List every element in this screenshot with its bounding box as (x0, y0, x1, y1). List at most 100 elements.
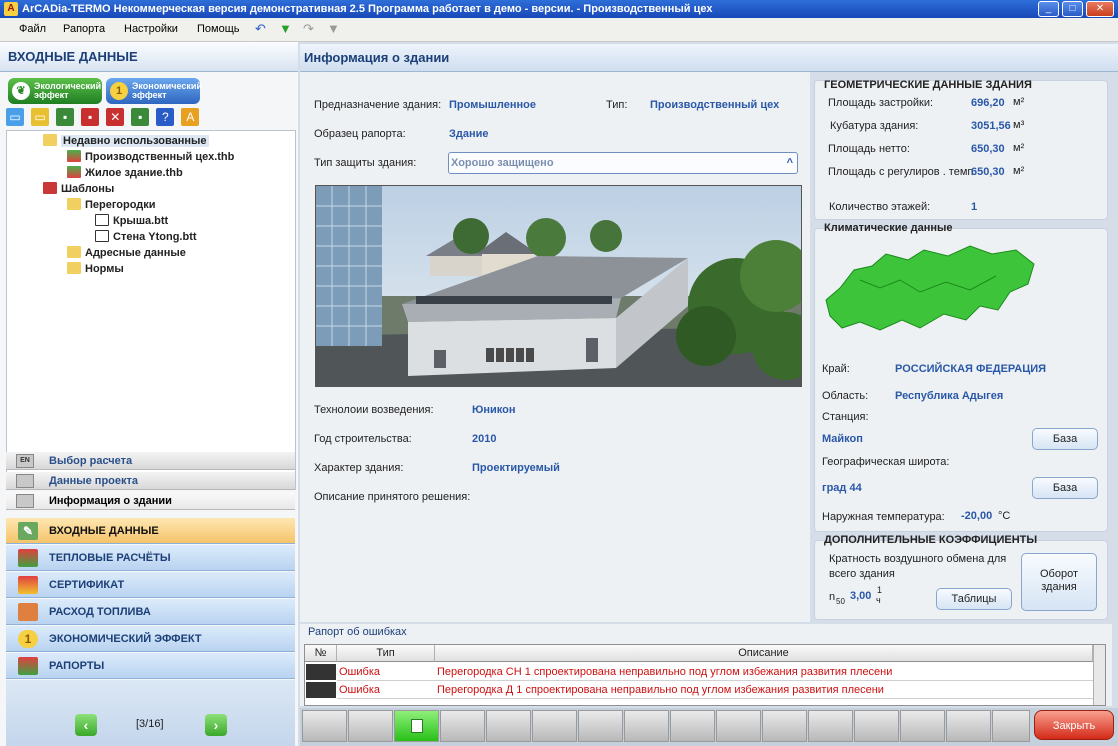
error-panel-title: Рапорт об ошибках (308, 626, 407, 638)
floors-value[interactable]: 1 (971, 201, 977, 213)
file-icon (67, 166, 81, 178)
document-button[interactable] (394, 710, 439, 742)
econ-effect-button[interactable]: 1 Экономический эффект (106, 78, 202, 104)
net-area-value[interactable]: 650,30 (971, 143, 1005, 155)
open-folder-icon[interactable]: ▭ (31, 108, 50, 126)
help-icon[interactable]: ? (156, 108, 175, 126)
toolbar-slot[interactable] (486, 710, 531, 742)
station-base-button[interactable]: База (1032, 428, 1098, 450)
undo-icon[interactable]: ↶ (255, 22, 266, 36)
tree-node-templates[interactable]: Шаблоны (43, 181, 114, 197)
tree-node-file[interactable]: Крыша.btt (95, 213, 168, 229)
col-number[interactable]: № (305, 645, 337, 662)
thermal-icon (18, 549, 38, 567)
toolbar-slot[interactable] (440, 710, 485, 742)
toolbar-slot[interactable] (624, 710, 669, 742)
latitude-base-button[interactable]: База (1032, 477, 1098, 499)
n50-value[interactable]: 3,00 (850, 590, 871, 602)
year-label: Год строительства: (314, 433, 412, 445)
tree-node-address[interactable]: Адресные данные (67, 245, 186, 261)
toolbar-slot[interactable] (532, 710, 577, 742)
menu-help[interactable]: Помощь (197, 23, 240, 35)
subnav-project-data[interactable]: Данные проекта (6, 472, 295, 490)
heated-area-value[interactable]: 650,30 (971, 166, 1005, 178)
fuel-icon (18, 603, 38, 621)
russia-map[interactable] (820, 240, 1042, 340)
toolbar-slot[interactable] (900, 710, 945, 742)
toolbar-slot[interactable] (348, 710, 393, 742)
description-label: Описание принятого решения: (314, 491, 471, 503)
nav-certificate[interactable]: СЕРТИФИКАТ (6, 572, 295, 598)
menu-reports[interactable]: Рапорта (63, 23, 105, 35)
toolbar-slot[interactable] (762, 710, 807, 742)
template-value[interactable]: Здание (449, 128, 489, 140)
toolbar-slot[interactable] (302, 710, 347, 742)
col-type[interactable]: Тип (337, 645, 435, 662)
tree-node-norms[interactable]: Нормы (67, 261, 124, 277)
next-page-button[interactable]: › (205, 714, 227, 736)
nav-input-data[interactable]: ✎ ВХОДНЫЕ ДАННЫЕ (6, 518, 295, 544)
minimize-button[interactable]: _ (1038, 1, 1059, 17)
nav-thermal-calc[interactable]: ТЕПЛОВЫЕ РАСЧЁТЫ (6, 545, 295, 571)
region-value[interactable]: РОССИЙСКАЯ ФЕДЕРАЦИЯ (895, 363, 1046, 375)
latitude-value[interactable]: град 44 (822, 482, 862, 494)
toolbar-slot[interactable] (670, 710, 715, 742)
tree-node-recent[interactable]: Недавно использованные (43, 133, 209, 149)
floors-label: Количество этажей: (829, 201, 931, 213)
table-row[interactable]: Ошибка Перегородка Д 1 спроектирована не… (305, 681, 1095, 699)
tech-value[interactable]: Юникон (472, 404, 515, 416)
nav-reports[interactable]: РАПОРТЫ (6, 653, 295, 679)
toolbar-slot[interactable] (578, 710, 623, 742)
prev-page-button[interactable]: ‹ (75, 714, 97, 736)
font-icon[interactable]: A (181, 108, 200, 126)
maximize-button[interactable]: □ (1062, 1, 1083, 17)
menu-file[interactable]: Файл (19, 23, 46, 35)
export-icon[interactable]: ▪ (131, 108, 150, 126)
coin-icon: 1 (18, 630, 38, 648)
subnav-calc-choice[interactable]: EN Выбор расчета (6, 452, 295, 470)
redo-icon[interactable]: ↷ (303, 22, 314, 36)
oblast-value[interactable]: Республика Адыгея (895, 390, 1003, 402)
tree-node-partitions[interactable]: Перегородки (67, 197, 156, 213)
building-photo (315, 185, 802, 387)
n50-label: n (829, 591, 836, 603)
subnav-building-info[interactable]: Информация о здании (6, 492, 295, 510)
purpose-value[interactable]: Промышленное (449, 99, 536, 111)
net-area-label: Площадь нетто: (828, 143, 910, 155)
year-value[interactable]: 2010 (472, 433, 496, 445)
save-icon[interactable]: ▪ (56, 108, 75, 126)
close-button[interactable]: Закрыть (1034, 710, 1114, 740)
tree-node-file[interactable]: Производственный цех.thb (67, 149, 234, 165)
rotate-building-button[interactable]: Оборот здания (1021, 553, 1097, 611)
toolbar-slot[interactable] (808, 710, 853, 742)
nav-fuel[interactable]: РАСХОД ТОПЛИВА (6, 599, 295, 625)
close-window-button[interactable]: ✕ (1086, 1, 1114, 17)
protection-select[interactable]: Хорошо защищено ^ (448, 152, 798, 174)
document-icon (410, 719, 423, 733)
toolbar-slot[interactable] (854, 710, 899, 742)
col-description[interactable]: Описание (435, 645, 1093, 662)
down-arrow-disabled-icon: ▼ (327, 21, 340, 36)
tables-button[interactable]: Таблицы (936, 588, 1012, 610)
delete-icon[interactable]: ✕ (106, 108, 125, 126)
station-value[interactable]: Майкоп (822, 433, 863, 445)
page-indicator: [3/16] (136, 718, 164, 730)
table-row[interactable]: Ошибка Перегородка СН 1 спроектирована н… (305, 663, 1095, 681)
menu-settings[interactable]: Настройки (124, 23, 178, 35)
save-as-icon[interactable]: ▪ (81, 108, 100, 126)
tree-node-file[interactable]: Стена Ytong.btt (95, 229, 197, 245)
toolbar-slot[interactable] (992, 710, 1030, 742)
nav-economic[interactable]: 1 ЭКОНОМИЧЕСКИЙ ЭФФЕКТ (6, 626, 295, 652)
down-arrow-icon[interactable]: ▼ (279, 22, 292, 36)
tree-node-file[interactable]: Жилое здание.thb (67, 165, 183, 181)
area-value[interactable]: 696,20 (971, 97, 1005, 109)
toolbar-slot[interactable] (946, 710, 991, 742)
type-value[interactable]: Производственный цех (650, 99, 779, 111)
error-table-scrollbar[interactable] (1093, 645, 1105, 705)
new-folder-icon[interactable]: ▭ (6, 108, 24, 126)
temperature-value[interactable]: -20,00 (961, 510, 992, 522)
toolbar-slot[interactable] (716, 710, 761, 742)
eco-effect-button[interactable]: ❦ Экологический эффект (8, 78, 102, 104)
character-value[interactable]: Проектируемый (472, 462, 560, 474)
volume-value[interactable]: 3051,56 (971, 120, 1011, 132)
